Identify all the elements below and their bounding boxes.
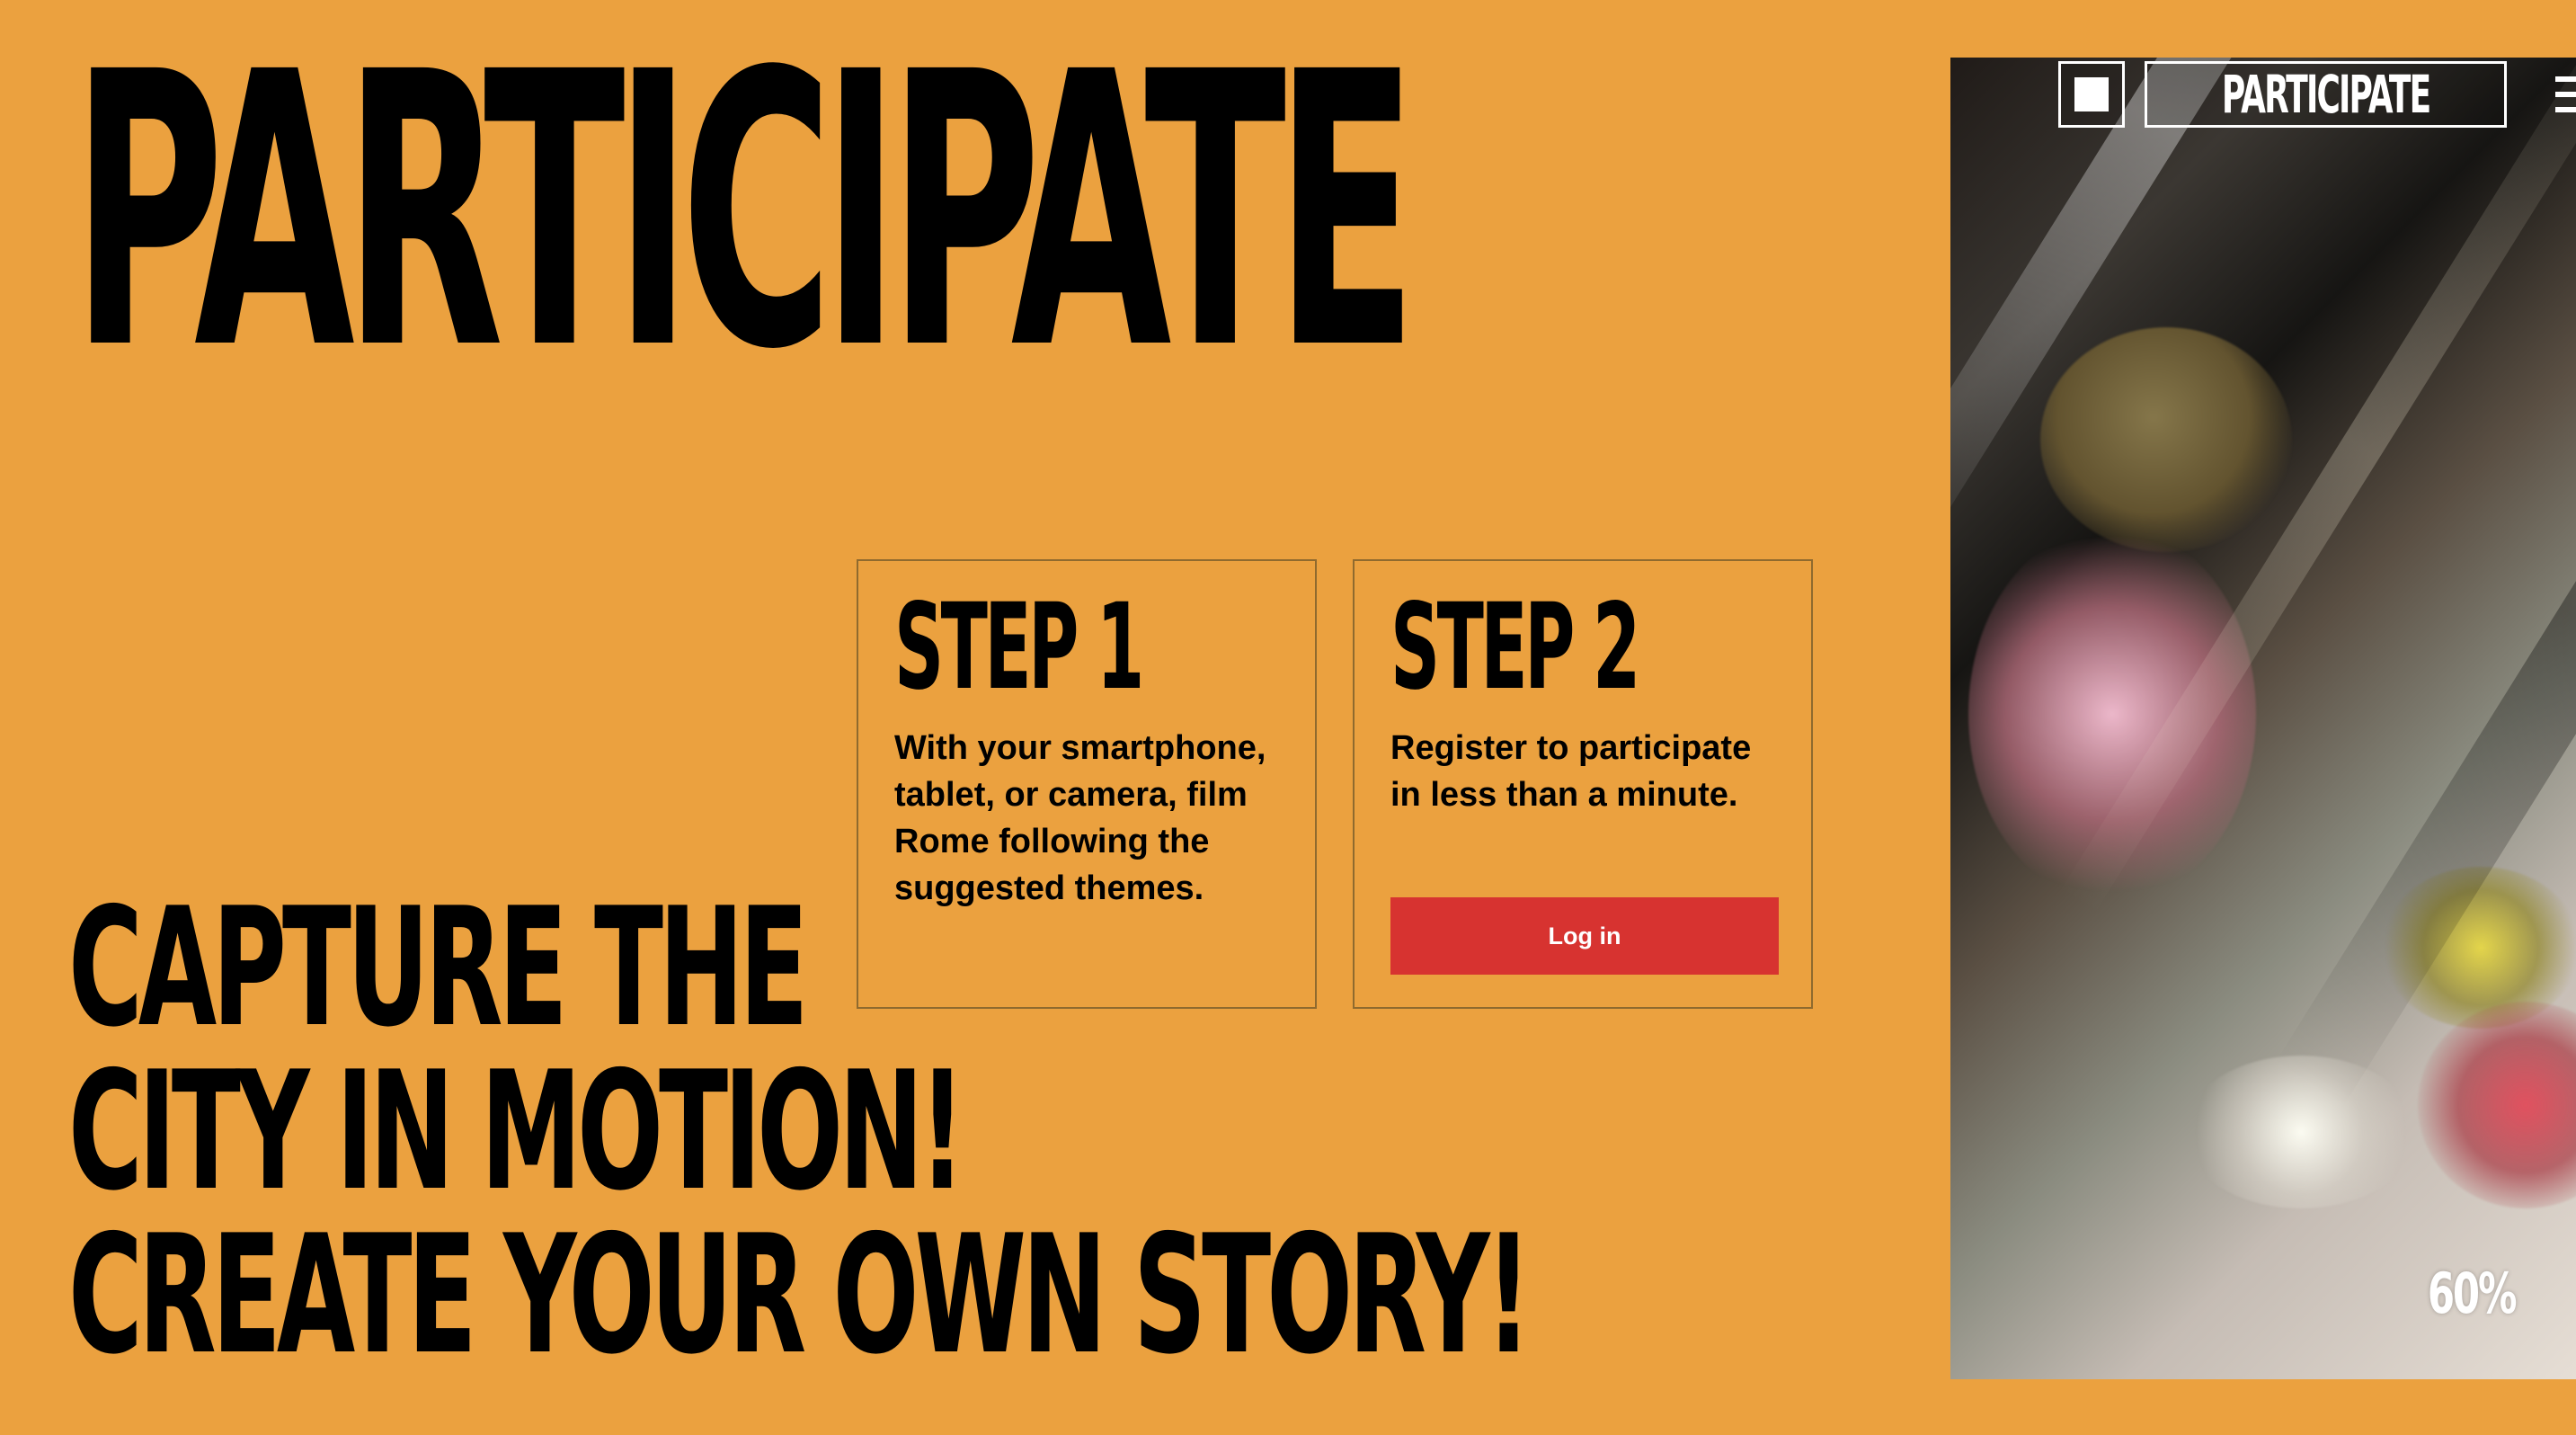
photo-blob-green — [2040, 327, 2292, 552]
photo-blob-red — [2418, 1002, 2576, 1208]
video-preview-panel[interactable]: 60% — [1950, 58, 2576, 1379]
tagline-line-2: CITY IN MOTION! — [68, 1036, 965, 1226]
motion-photo — [1950, 58, 2576, 1379]
tagline-line-3: CREATE YOUR OWN STORY! — [68, 1199, 1532, 1390]
step-2-title: STEP 2 — [1390, 578, 1640, 717]
menu-button[interactable] — [2555, 61, 2576, 128]
hamburger-menu-icon — [2555, 107, 2576, 112]
step-2-description: Register to participate in less than a m… — [1390, 729, 1752, 814]
progress-label: 60% — [2427, 1261, 2517, 1326]
stop-button[interactable] — [2058, 61, 2125, 128]
square-stop-icon — [2074, 77, 2109, 111]
hero-title: PARTICIPATE — [72, 0, 1417, 432]
step-1-description: With your smartphone, tablet, or camera,… — [894, 729, 1266, 907]
hero-tagline: CAPTURE THE CITY IN MOTION! CREATE YOUR … — [68, 872, 1532, 1390]
participate-nav-label: PARTICIPATE — [2221, 64, 2431, 125]
step-1-title: STEP 1 — [894, 578, 1144, 717]
hamburger-menu-icon — [2555, 92, 2576, 97]
participate-nav-button[interactable]: PARTICIPATE — [2145, 61, 2508, 128]
tagline-line-1: CAPTURE THE — [68, 872, 809, 1063]
top-controls: PARTICIPATE — [2058, 59, 2576, 129]
hamburger-menu-icon — [2555, 76, 2576, 82]
